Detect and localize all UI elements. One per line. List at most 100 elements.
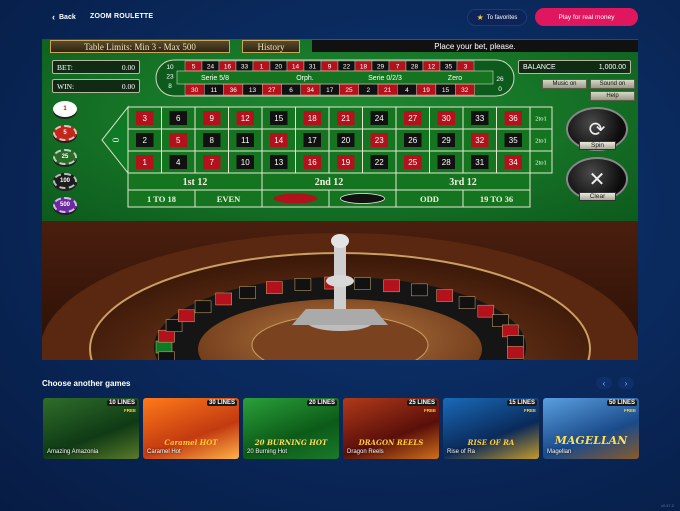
race-number[interactable]: 7 [388, 60, 407, 72]
back-button[interactable]: ‹ Back [52, 12, 76, 22]
racetrack[interactable]: 5 24 16 33 1 20 14 31 9 22 18 29 7 28 12 35 3 30 11 36 13 27… [155, 59, 515, 97]
play-real-money-button[interactable]: Play for real money [535, 8, 638, 26]
board-zero[interactable]: 0 [101, 105, 129, 175]
board-outside-bet[interactable]: ODD [395, 189, 464, 208]
board-number[interactable]: 10 [228, 150, 263, 174]
board-outside-bet[interactable]: 1 TO 18 [127, 189, 196, 208]
board-number[interactable]: 13 [261, 150, 296, 174]
game-tile[interactable]: 15 LINES FREE RISE OF RA Rise of Ra [443, 398, 539, 459]
board-number[interactable]: 26 [395, 128, 430, 152]
race-section[interactable]: Serie 5/8 [201, 75, 229, 82]
race-number[interactable]: 35 [439, 60, 458, 72]
race-number[interactable]: 14 [286, 60, 305, 72]
board-outside-bet[interactable] [328, 189, 397, 208]
race-number[interactable]: 24 [201, 60, 220, 72]
race-number[interactable]: 4 [397, 83, 417, 96]
race-number[interactable]: 9 [320, 60, 339, 72]
race-number[interactable]: 28 [405, 60, 424, 72]
race-number[interactable]: 29 [371, 60, 390, 72]
board-number[interactable]: 35 [496, 128, 531, 152]
betting-board[interactable]: 03 6 9 12 15 18 21 24 27 30 33 362 5 8 11 14 17 20 23 26 29 3… [42, 99, 638, 221]
race-number[interactable]: 11 [204, 83, 224, 96]
board-outside-bet[interactable]: EVEN [194, 189, 263, 208]
board-number[interactable]: 17 [295, 128, 330, 152]
board-number[interactable]: 8 [194, 128, 229, 152]
board-number[interactable]: 23 [362, 128, 397, 152]
race-number[interactable]: 30 [184, 83, 205, 96]
race-number[interactable]: 20 [269, 60, 288, 72]
game-tile[interactable]: 25 LINES FREE DRAGON REELS Dragon Reels [343, 398, 439, 459]
board-number[interactable]: 36 [496, 106, 531, 130]
race-number[interactable]: 22 [337, 60, 356, 72]
race-number[interactable]: 6 [281, 83, 301, 96]
race-section[interactable]: Orph. [296, 75, 314, 82]
board-dozen-bet[interactable]: 3rd 12 [395, 172, 531, 191]
carousel-next-button[interactable]: › [618, 377, 634, 389]
race-number[interactable]: 18 [354, 60, 373, 72]
history-button[interactable]: History [242, 40, 300, 53]
game-tile[interactable]: 30 LINES Caramel HOT Caramel Hot [143, 398, 239, 459]
game-tile[interactable]: 20 LINES 20 BURNING HOT 20 Burning Hot [243, 398, 339, 459]
board-number[interactable]: 14 [261, 128, 296, 152]
board-number[interactable]: 31 [462, 150, 497, 174]
favorites-button[interactable]: ★ To favorites [467, 9, 527, 26]
race-number[interactable]: 12 [422, 60, 441, 72]
race-number[interactable]: 34 [300, 83, 321, 96]
race-number[interactable]: 23 [166, 74, 174, 81]
board-number[interactable]: 1 [127, 150, 162, 174]
sound-toggle[interactable]: Sound on [590, 79, 635, 89]
race-number[interactable]: 17 [319, 83, 340, 96]
board-number[interactable]: 29 [429, 128, 464, 152]
race-number[interactable]: 10 [166, 64, 174, 71]
race-number[interactable]: 25 [339, 83, 359, 96]
board-number[interactable]: 4 [161, 150, 196, 174]
board-number[interactable]: 12 [228, 106, 263, 130]
race-number[interactable]: 19 [416, 83, 437, 96]
race-number[interactable]: 2 [358, 83, 379, 96]
board-number[interactable]: 11 [228, 128, 263, 152]
race-number[interactable]: 26 [496, 76, 504, 83]
race-number[interactable]: 36 [223, 83, 244, 96]
board-number[interactable]: 6 [161, 106, 196, 130]
race-number[interactable]: 13 [242, 83, 263, 96]
board-number[interactable]: 25 [395, 150, 430, 174]
board-number[interactable]: 22 [362, 150, 397, 174]
board-column-bet[interactable]: 2to1 [529, 128, 553, 152]
board-number[interactable]: 21 [328, 106, 363, 130]
board-number[interactable]: 28 [429, 150, 464, 174]
board-number[interactable]: 16 [295, 150, 330, 174]
board-number[interactable]: 9 [194, 106, 229, 130]
board-number[interactable]: 20 [328, 128, 363, 152]
race-number[interactable]: 21 [377, 83, 398, 96]
race-number[interactable]: 0 [498, 86, 502, 93]
board-number[interactable]: 5 [161, 128, 196, 152]
board-dozen-bet[interactable]: 2nd 12 [261, 172, 397, 191]
race-section[interactable]: Zero [448, 75, 463, 82]
board-number[interactable]: 32 [462, 128, 497, 152]
board-column-bet[interactable]: 2to1 [529, 106, 553, 130]
board-number[interactable]: 7 [194, 150, 229, 174]
board-outside-bet[interactable]: 19 TO 36 [462, 189, 531, 208]
race-number[interactable]: 33 [235, 60, 254, 72]
race-number[interactable]: 31 [303, 60, 322, 72]
race-number[interactable]: 1 [252, 60, 271, 72]
race-number[interactable]: 8 [168, 83, 172, 90]
board-column-bet[interactable]: 2to1 [529, 150, 553, 174]
race-number[interactable]: 5 [184, 60, 203, 72]
carousel-prev-button[interactable]: ‹ [596, 377, 612, 389]
game-tile[interactable]: 50 LINES FREE MAGELLAN Magellan [543, 398, 639, 459]
board-number[interactable]: 24 [362, 106, 397, 130]
game-tile[interactable]: 10 LINES FREE Amazing Amazonia [43, 398, 139, 459]
race-number[interactable]: 32 [455, 83, 475, 96]
race-number[interactable]: 3 [456, 60, 475, 72]
roulette-game[interactable]: Table Limits: Min 3 - Max 500 History Pl… [42, 39, 638, 360]
race-section[interactable]: Serie 0/2/3 [368, 75, 402, 82]
race-number[interactable]: 27 [261, 83, 282, 96]
board-number[interactable]: 3 [127, 106, 162, 130]
race-number[interactable]: 15 [435, 83, 456, 96]
board-number[interactable]: 15 [261, 106, 296, 130]
board-number[interactable]: 30 [429, 106, 464, 130]
board-number[interactable]: 33 [462, 106, 497, 130]
board-number[interactable]: 19 [328, 150, 363, 174]
board-dozen-bet[interactable]: 1st 12 [127, 172, 263, 191]
